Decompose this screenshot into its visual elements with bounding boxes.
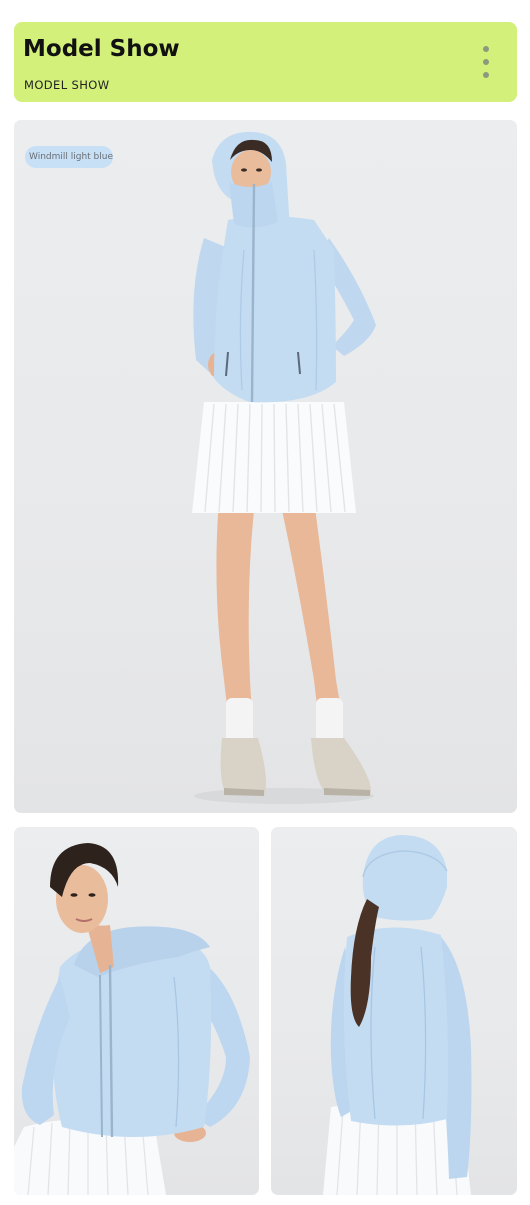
color-variant-tag: Windmill light blue	[25, 146, 113, 168]
model-photo-back-view	[271, 827, 517, 1195]
model-full-body-illustration	[192, 131, 376, 804]
model-front-closeup-illustration	[14, 843, 250, 1195]
section-subtitle: MODEL SHOW	[24, 78, 110, 92]
product-page: Model Show MODEL SHOW Windmill light blu…	[0, 0, 530, 1205]
model-photo-full-body: Windmill light blue	[14, 120, 517, 813]
model-photo-front-closeup	[14, 827, 259, 1195]
section-title: Model Show	[23, 36, 180, 62]
section-header: Model Show MODEL SHOW	[14, 22, 517, 102]
model-back-view-illustration	[323, 835, 472, 1195]
more-vertical-icon[interactable]	[482, 46, 490, 80]
